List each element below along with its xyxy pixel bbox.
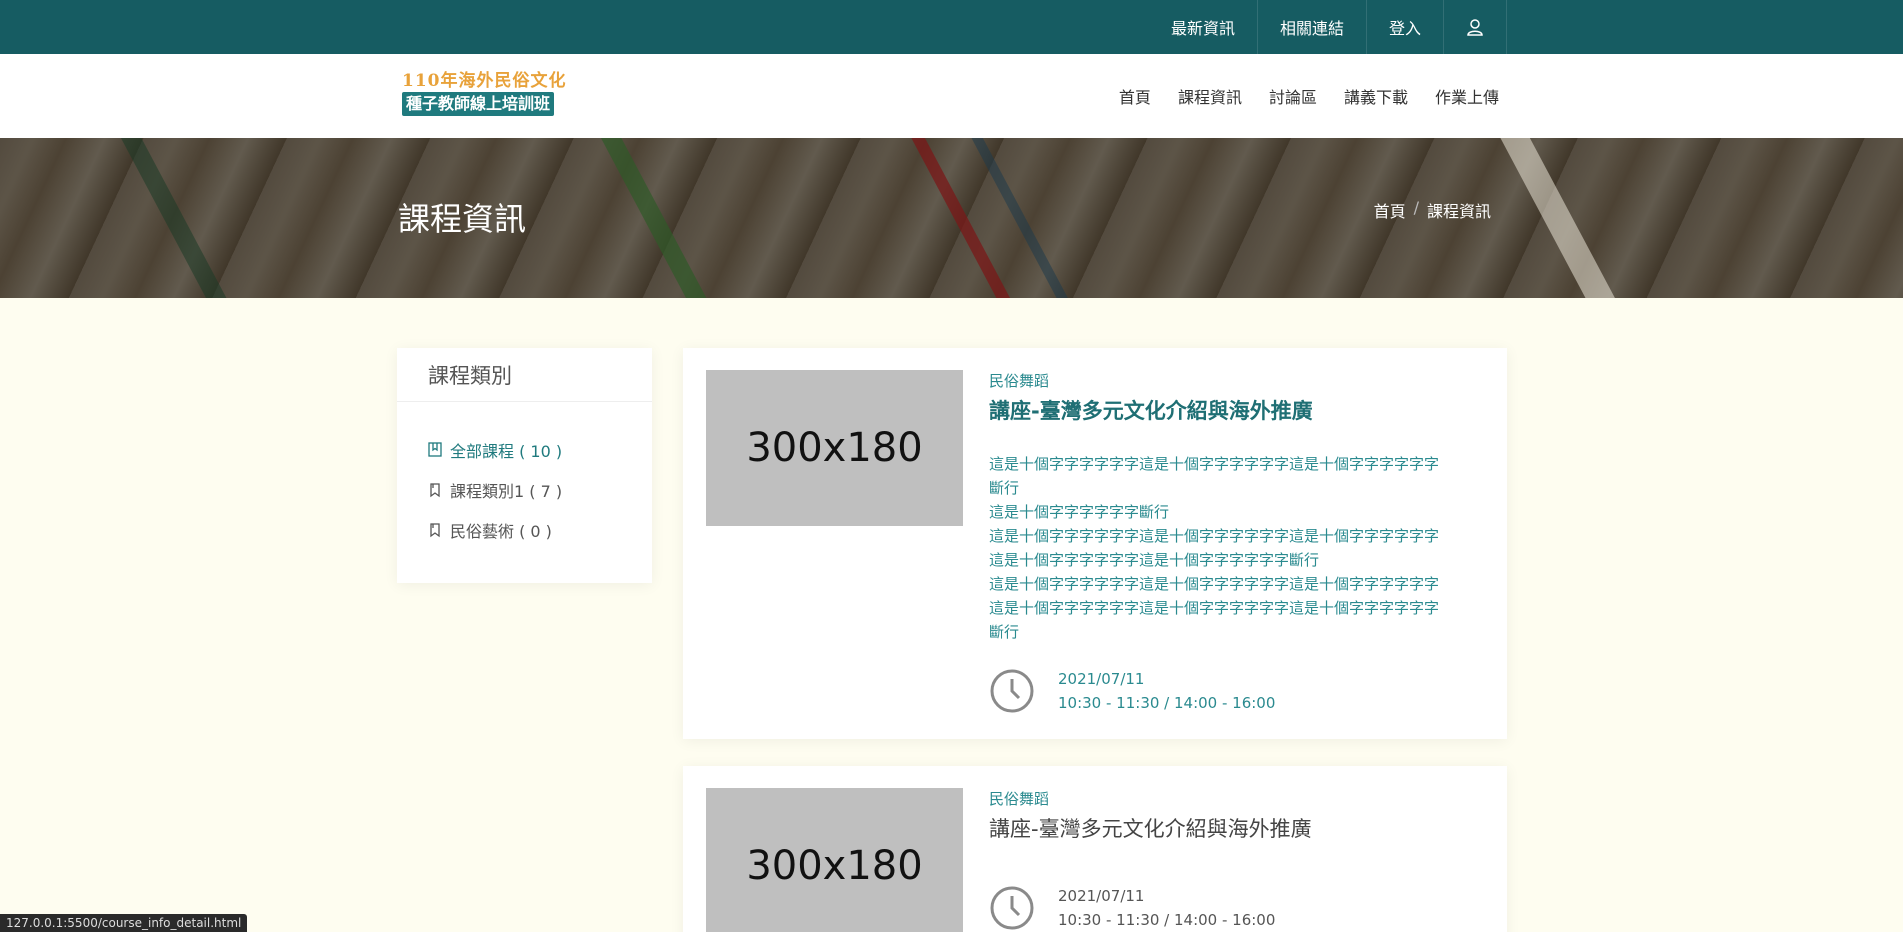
course-date: 2021/07/11 (1058, 670, 1145, 688)
category-list: 全部課程 ( 10 ) 課程類別1 ( 7 ) 民俗藝術 ( 0 ) (397, 402, 652, 550)
breadcrumb: 首頁 / 課程資訊 (1374, 198, 1491, 222)
breadcrumb-home[interactable]: 首頁 (1374, 198, 1406, 222)
category-type1[interactable]: 課程類別1 ( 7 ) (428, 470, 652, 510)
page-title: 課程資訊 (398, 200, 527, 238)
clock-icon (990, 669, 1034, 713)
page-banner: 課程資訊 首頁 / 課程資訊 (0, 138, 1903, 298)
category-folk-arts[interactable]: 民俗藝術 ( 0 ) (428, 510, 652, 550)
category-all-courses[interactable]: 全部課程 ( 10 ) (428, 430, 652, 470)
nav-course-info[interactable]: 課程資訊 (1178, 84, 1242, 108)
bookmark-icon (428, 482, 442, 498)
banner-stripe-decoration (1490, 138, 1636, 298)
course-category[interactable]: 民俗舞蹈 (989, 370, 1489, 391)
bookmark-icon (428, 522, 442, 538)
category-label: 全部課程 ( 10 ) (450, 442, 563, 461)
user-icon[interactable] (1443, 0, 1507, 54)
banner-stripe-decoration (959, 138, 1091, 298)
course-body: 民俗舞蹈 講座-臺灣多元文化介紹與海外推廣 這是十個字字字字字字這是十個字字字字… (989, 370, 1489, 716)
course-schedule: 2021/07/11 10:30 - 11:30 / 14:00 - 16:00 (989, 885, 1489, 932)
site-logo[interactable]: 110年海外民俗文化 種子教師線上培訓班 (402, 70, 576, 122)
nav-handouts[interactable]: 講義下載 (1344, 84, 1408, 108)
browser-status-url: 127.0.0.1:5500/course_info_detail.html (0, 914, 248, 932)
category-sidebar: 課程類別 全部課程 ( 10 ) 課程類別1 ( 7 ) 民俗藝術 (0) (397, 348, 652, 583)
course-thumbnail[interactable]: 300x180 (706, 788, 963, 932)
course-schedule: 2021/07/11 10:30 - 11:30 / 14:00 - 16:00 (989, 668, 1489, 716)
top-bar: 最新資訊 相關連結 登入 (0, 0, 1903, 54)
top-links: 最新資訊 相關連結 登入 (1149, 0, 1507, 54)
course-title[interactable]: 講座-臺灣多元文化介紹與海外推廣 (989, 395, 1489, 425)
banner-stripe-decoration (110, 138, 248, 298)
site-header: 110年海外民俗文化 種子教師線上培訓班 首頁 課程資訊 討論區 講義下載 作業… (0, 54, 1903, 138)
sidebar-title: 課程類別 (397, 348, 652, 402)
course-card[interactable]: 300x180 民俗舞蹈 講座-臺灣多元文化介紹與海外推廣 2021/07/11… (683, 766, 1507, 932)
course-card[interactable]: 300x180 民俗舞蹈 講座-臺灣多元文化介紹與海外推廣 這是十個字字字字字字… (683, 348, 1507, 739)
course-time: 10:30 - 11:30 / 14:00 - 16:00 (1058, 694, 1276, 712)
nav-home[interactable]: 首頁 (1119, 84, 1151, 108)
course-title[interactable]: 講座-臺灣多元文化介紹與海外推廣 (989, 813, 1489, 843)
top-link-login[interactable]: 登入 (1365, 0, 1443, 54)
course-date: 2021/07/11 (1058, 887, 1145, 905)
course-thumbnail[interactable]: 300x180 (706, 370, 963, 526)
main-nav: 首頁 課程資訊 討論區 講義下載 作業上傳 (1119, 54, 1499, 138)
banner-stripe-decoration (590, 138, 728, 298)
top-link-related[interactable]: 相關連結 (1256, 0, 1366, 54)
nav-forum[interactable]: 討論區 (1269, 84, 1317, 108)
breadcrumb-separator: / (1413, 198, 1419, 217)
course-time: 10:30 - 11:30 / 14:00 - 16:00 (1058, 911, 1276, 929)
clock-icon (990, 886, 1034, 930)
course-description: 這是十個字字字字字字這是十個字字字字字字這是十個字字字字字字 斷行 這是十個字字… (989, 455, 1440, 641)
course-body: 民俗舞蹈 講座-臺灣多元文化介紹與海外推廣 2021/07/11 10:30 -… (989, 788, 1489, 932)
banner-stripe-decoration (899, 138, 1033, 298)
logo-line2: 種子教師線上培訓班 (402, 92, 555, 116)
category-label: 民俗藝術 ( 0 ) (450, 522, 552, 541)
course-category[interactable]: 民俗舞蹈 (989, 788, 1489, 809)
logo-line1: 110年海外民俗文化 (402, 71, 567, 91)
nav-homework-upload[interactable]: 作業上傳 (1435, 84, 1499, 108)
breadcrumb-current: 課程資訊 (1426, 202, 1491, 221)
top-link-news[interactable]: 最新資訊 (1149, 0, 1257, 54)
book-icon (428, 442, 442, 458)
category-label: 課程類別1 ( 7 ) (450, 482, 563, 501)
